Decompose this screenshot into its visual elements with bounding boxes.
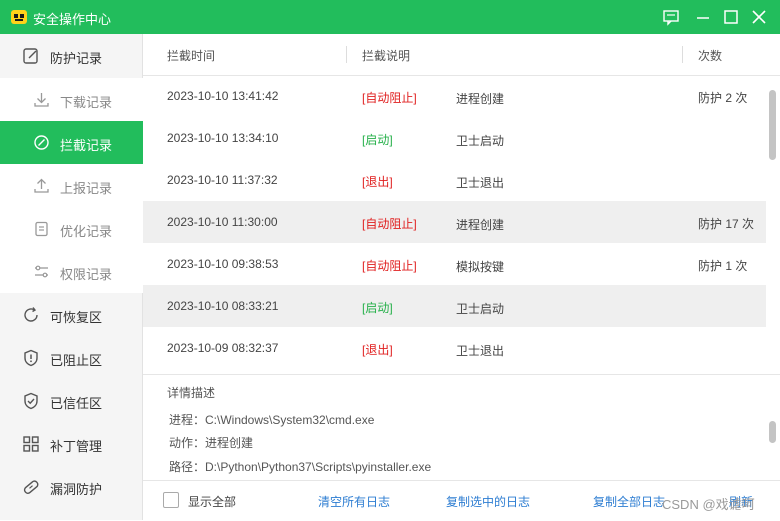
sidebar-item-label: 下载记录 xyxy=(60,95,113,110)
sidebar-item-download-records[interactable]: 下载记录 xyxy=(0,78,143,121)
sliders-icon xyxy=(35,265,48,278)
column-header-description[interactable]: 拦截说明 xyxy=(362,47,410,64)
sidebar-item-label: 已信任区 xyxy=(50,396,103,411)
sidebar-item-label: 拦截记录 xyxy=(60,138,113,153)
upload-icon xyxy=(34,178,49,193)
row-description: 卫士退出 xyxy=(456,176,505,190)
row-time: 2023-10-10 08:33:21 xyxy=(167,299,279,313)
details-process-line: 进程：C:\Windows\System32\cmd.exe xyxy=(169,413,375,427)
row-tag: [退出] xyxy=(362,175,393,189)
sidebar-item-protection-records[interactable]: 防护记录 xyxy=(0,34,143,77)
sidebar-item-label: 已阻止区 xyxy=(50,353,103,368)
shield-alert-icon xyxy=(24,349,38,367)
column-divider[interactable] xyxy=(346,46,347,63)
sidebar-item-trusted-area[interactable]: 已信任区 xyxy=(0,379,143,422)
row-tag: [启动] xyxy=(362,301,393,315)
show-all-checkbox[interactable] xyxy=(163,492,179,508)
grid-icon xyxy=(23,436,39,452)
column-divider[interactable] xyxy=(682,46,683,63)
shield-check-icon xyxy=(24,392,38,410)
window-title: 安全操作中心 xyxy=(33,12,112,27)
table-scrollbar-thumb[interactable] xyxy=(769,90,776,160)
sidebar-item-label: 优化记录 xyxy=(60,224,113,239)
row-time: 2023-10-10 09:38:53 xyxy=(167,257,279,271)
row-description: 模拟按键 xyxy=(456,260,505,274)
column-header-count[interactable]: 次数 xyxy=(698,47,722,64)
restore-icon xyxy=(24,307,38,322)
copy-selected-logs-link[interactable]: 复制选中的日志 xyxy=(446,493,530,510)
row-count: 防护 2 次 xyxy=(698,91,748,105)
download-icon xyxy=(34,93,49,107)
row-count: 防护 1 次 xyxy=(698,259,748,273)
sidebar-item-permission-records[interactable]: 权限记录 xyxy=(0,250,143,293)
sidebar-item-label: 可恢复区 xyxy=(50,310,103,325)
table-row[interactable]: 2023-10-10 13:41:42 [自动阻止] 进程创建 防护 2 次 xyxy=(143,75,766,117)
table-row[interactable]: 2023-10-10 09:38:53 [自动阻止] 模拟按键 防护 1 次 xyxy=(143,243,766,285)
bandage-icon xyxy=(23,480,39,494)
column-header-time[interactable]: 拦截时间 xyxy=(167,47,215,64)
main-panel: 拦截时间 拦截说明 次数 2023-10-10 13:41:42 [自动阻止] … xyxy=(143,34,780,521)
row-count: 防护 17 次 xyxy=(698,217,755,231)
clear-all-logs-link[interactable]: 清空所有日志 xyxy=(318,493,390,510)
minimize-icon[interactable] xyxy=(694,8,712,26)
details-panel: 详情描述 进程：C:\Windows\System32\cmd.exe 动作：进… xyxy=(143,374,780,481)
table-header: 拦截时间 拦截说明 次数 xyxy=(143,34,780,76)
row-time: 2023-10-09 08:32:37 xyxy=(167,341,279,355)
row-description: 进程创建 xyxy=(456,218,505,232)
maximize-icon[interactable] xyxy=(722,8,740,26)
row-time: 2023-10-10 11:37:32 xyxy=(167,173,278,187)
sidebar-item-vuln-protection[interactable]: 漏洞防护 xyxy=(0,465,143,508)
table-row[interactable]: 2023-10-10 11:30:00 [自动阻止] 进程创建 防护 17 次 xyxy=(143,201,766,243)
sidebar-item-label: 漏洞防护 xyxy=(50,482,103,497)
details-heading: 详情描述 xyxy=(167,386,216,400)
sidebar-item-patch-management[interactable]: 补丁管理 xyxy=(0,422,143,465)
sidebar-item-label: 防护记录 xyxy=(50,51,103,66)
row-description: 卫士退出 xyxy=(456,344,505,358)
sidebar-item-report-records[interactable]: 上报记录 xyxy=(0,164,143,207)
row-time: 2023-10-10 11:30:00 xyxy=(167,215,278,229)
row-tag: [启动] xyxy=(362,133,393,147)
table-row[interactable]: 2023-10-10 11:37:32 [退出] 卫士退出 xyxy=(143,159,766,201)
blocked-icon xyxy=(34,135,49,150)
copy-all-logs-link[interactable]: 复制全部日志 xyxy=(593,493,665,510)
row-tag: [自动阻止] xyxy=(362,259,417,273)
table-row[interactable]: 2023-10-10 13:34:10 [启动] 卫士启动 xyxy=(143,117,766,159)
title-bar: 安全操作中心 xyxy=(0,0,780,34)
row-tag: [自动阻止] xyxy=(362,91,417,105)
details-path-line: 路径：D:\Python\Python37\Scripts\pyinstalle… xyxy=(169,460,432,474)
show-all-label[interactable]: 显示全部 xyxy=(188,493,236,510)
table-row[interactable]: 2023-10-10 08:33:21 [启动] 卫士启动 xyxy=(143,285,766,327)
sidebar-item-restore-area[interactable]: 可恢复区 xyxy=(0,293,143,336)
row-time: 2023-10-10 13:41:42 xyxy=(167,89,279,103)
row-time: 2023-10-10 13:34:10 xyxy=(167,131,279,145)
sidebar-item-blocked-area[interactable]: 已阻止区 xyxy=(0,336,143,379)
sidebar: 防护记录 下载记录 拦截记录 上报记录 优化记录 权限记录 可恢复区 已阻止区 … xyxy=(0,34,143,520)
sidebar-item-label: 上报记录 xyxy=(60,181,113,196)
row-description: 卫士启动 xyxy=(456,302,505,316)
watermark: CSDN @戏谑呵 xyxy=(662,497,755,512)
row-description: 卫士启动 xyxy=(456,134,505,148)
row-tag: [自动阻止] xyxy=(362,217,417,231)
sidebar-item-label: 权限记录 xyxy=(60,267,113,282)
details-scrollbar-thumb[interactable] xyxy=(769,421,776,443)
app-logo-icon xyxy=(11,10,27,24)
sidebar-item-optimize-records[interactable]: 优化记录 xyxy=(0,207,143,250)
close-icon[interactable] xyxy=(750,8,768,26)
sidebar-item-block-records[interactable]: 拦截记录 xyxy=(0,121,143,164)
row-tag: [退出] xyxy=(362,343,393,357)
clipboard-icon xyxy=(35,221,48,237)
table-row[interactable]: 2023-10-09 08:32:37 [退出] 卫士退出 xyxy=(143,327,766,369)
row-description: 进程创建 xyxy=(456,92,505,106)
details-action-line: 动作：进程创建 xyxy=(169,436,254,450)
feedback-icon[interactable] xyxy=(662,8,680,26)
edit-note-icon xyxy=(23,48,38,64)
sidebar-item-label: 补丁管理 xyxy=(50,439,103,454)
